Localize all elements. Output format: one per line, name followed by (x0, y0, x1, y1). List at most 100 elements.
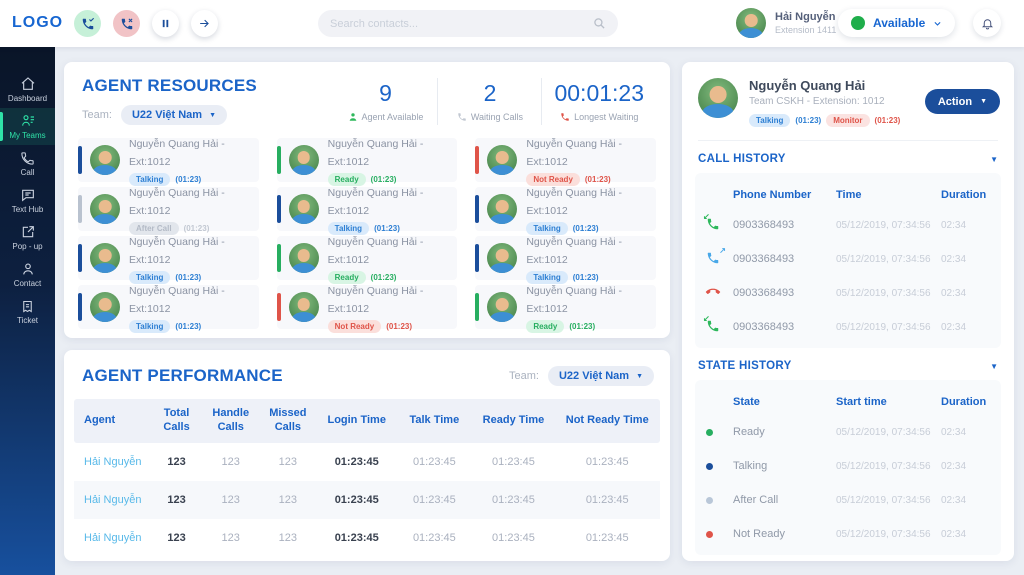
agent-card[interactable]: Nguyễn Quang Hải - Ext:1012 Ready (01:23… (276, 236, 458, 284)
agent-name: Nguyễn Quang Hải - Ext:1012 (327, 285, 424, 315)
collapse-state-history-icon[interactable]: ▼ (990, 362, 998, 371)
call-duration: 02:34 (941, 321, 967, 333)
performance-table-header: Agent Total Calls Handle Calls Missed Ca… (74, 399, 660, 443)
sidebar-item-contact[interactable]: Contact (0, 256, 55, 293)
state-duration: 02:34 (941, 494, 967, 506)
bell-icon (981, 17, 994, 30)
agent-card[interactable]: Nguyễn Quang Hải - Ext:1012 Talking (01:… (78, 138, 259, 186)
caret-down-icon: ▼ (636, 372, 643, 380)
notifications-button[interactable] (973, 9, 1001, 37)
state-name: Ready (733, 426, 765, 438)
call-type-icon: ↙ ↗ (706, 246, 726, 268)
call-history-row: ↙ ↗ 0903368493 05/12/2019, 07:34:56 02:3… (703, 310, 993, 344)
longest-waiting-icon (560, 112, 570, 122)
agent-card[interactable]: Nguyễn Quang Hải - Ext:1012 After Call (… (78, 187, 259, 235)
detail-agent-name: Nguyễn Quang Hải (749, 78, 866, 93)
sidebar-item-my-teams[interactable]: My Teams (0, 108, 55, 145)
agent-card[interactable]: Nguyễn Quang Hải - Ext:1012 Talking (01:… (78, 236, 259, 284)
call-history-table: Phone Number Time Duration ↙ ↗ (695, 173, 1001, 348)
call-history-header: Phone Number Time Duration (733, 188, 987, 201)
agent-name: Nguyễn Quang Hải - Ext:1012 (526, 138, 623, 168)
state-start-time: 05/12/2019, 07:34:56 (836, 426, 931, 438)
avatar (487, 194, 518, 224)
table-row: Hải Nguyễn 123 123 123 01:23:45 01:23:45… (74, 481, 660, 519)
state-dot-icon (706, 462, 713, 470)
avatar (698, 78, 738, 118)
sidebar-item-popup[interactable]: Pop - up (0, 219, 55, 256)
user-name: Hải Nguyễn (775, 11, 836, 23)
agent-name: Nguyễn Quang Hải - Ext:1012 (129, 187, 225, 217)
state-start-time: 05/12/2019, 07:34:56 (836, 460, 931, 472)
avatar (90, 145, 120, 175)
decline-call-button[interactable] (113, 10, 140, 37)
state-history-rows: Ready 05/12/2019, 07:34:56 02:34 Talking… (703, 415, 993, 551)
phone-check-icon (81, 17, 95, 31)
avatar (487, 243, 518, 273)
caret-down-icon: ▼ (980, 98, 987, 105)
resource-stats: 9 Agent Available 2 Waiting Calls 00:01:… (333, 78, 656, 125)
call-time: 05/12/2019, 07:34:56 (836, 253, 931, 265)
sidebar-item-ticket[interactable]: Ticket (0, 293, 55, 330)
sidebar-item-text-hub[interactable]: Text Hub (0, 182, 55, 219)
state-dot-icon (706, 530, 713, 538)
sidebar-item-dashboard[interactable]: Dashboard (0, 71, 55, 108)
status-time: (01:23) (175, 322, 202, 331)
collapse-call-history-icon[interactable]: ▼ (990, 155, 998, 164)
status-label: Available (873, 16, 926, 30)
agent-card[interactable]: Nguyễn Quang Hải - Ext:1012 Ready (01:23… (276, 138, 458, 186)
status-dropdown[interactable]: Available (838, 9, 956, 37)
state-duration: 02:34 (941, 460, 967, 472)
agent-card[interactable]: Nguyễn Quang Hải - Ext:1012 Not Ready (0… (475, 138, 656, 186)
agent-detail-panel: Nguyễn Quang Hải Team CSKH - Extension: … (682, 62, 1014, 561)
agent-card[interactable]: Nguyễn Quang Hải - Ext:1012 Talking (01:… (78, 285, 259, 333)
search-input[interactable] (330, 17, 593, 30)
answer-call-button[interactable] (74, 10, 101, 37)
search-bar (318, 10, 618, 37)
agent-name: Nguyễn Quang Hải - Ext:1012 (327, 236, 424, 266)
team-select[interactable]: U22 Việt Nam ▼ (547, 366, 654, 386)
performance-table: Agent Total Calls Handle Calls Missed Ca… (74, 399, 660, 557)
state-history-title: STATE HISTORY (698, 360, 792, 372)
agent-card[interactable]: Nguyễn Quang Hải - Ext:1012 Talking (01:… (276, 187, 458, 235)
state-history-header: State Start time Duration (733, 395, 987, 408)
chevron-down-icon (933, 19, 942, 28)
table-row: Hải Nguyễn 123 123 123 01:23:45 01:23:45… (74, 519, 660, 557)
agent-grid: Nguyễn Quang Hải - Ext:1012 Talking (01:… (64, 125, 670, 333)
agent-link[interactable]: Hải Nguyễn (74, 532, 150, 544)
team-select[interactable]: U22 Việt Nam ▼ (120, 105, 228, 125)
sidebar-item-call[interactable]: Call (0, 145, 55, 182)
avatar (90, 194, 120, 224)
call-history-row: ↙ ↗ 0903368493 05/12/2019, 07:34:56 02:3… (703, 208, 993, 242)
agent-name: Nguyễn Quang Hải - Ext:1012 (526, 285, 623, 315)
phone-icon (20, 151, 35, 166)
table-row: Hải Nguyễn 123 123 123 01:23:45 01:23:45… (74, 443, 660, 481)
agent-name: Nguyễn Quang Hải - Ext:1012 (526, 187, 623, 217)
transfer-button[interactable] (191, 10, 218, 37)
pause-button[interactable] (152, 10, 179, 37)
call-type-icon: ↙ ↗ (703, 314, 723, 336)
agent-card[interactable]: Nguyễn Quang Hải - Ext:1012 Not Ready (0… (276, 285, 458, 333)
phone-number: 0903368493 (733, 321, 795, 333)
state-name: Not Ready (733, 528, 785, 540)
state-name: Talking (733, 460, 768, 472)
call-type-icon: ↙ ↗ (703, 212, 723, 234)
agent-card[interactable]: Nguyễn Quang Hải - Ext:1012 Ready (01:23… (475, 285, 656, 333)
action-dropdown-button[interactable]: Action ▼ (924, 89, 1000, 114)
state-name: After Call (733, 494, 779, 506)
avatar (90, 292, 120, 322)
state-dot-icon (706, 428, 713, 436)
user-profile[interactable]: Hải Nguyễn Extension 1411 (736, 8, 836, 38)
phone-number: 0903368493 (733, 253, 795, 265)
stat-longest-waiting: 00:01:23 Longest Waiting (541, 78, 656, 125)
call-history-row: ↙ ↗ 0903368493 05/12/2019, 07:34:56 02:3… (703, 242, 993, 276)
status-dot (851, 16, 865, 30)
agent-name: Nguyễn Quang Hải - Ext:1012 (129, 236, 225, 266)
agent-name: Nguyễn Quang Hải - Ext:1012 (327, 187, 424, 217)
agent-card[interactable]: Nguyễn Quang Hải - Ext:1012 Talking (01:… (475, 236, 656, 284)
call-duration: 02:34 (941, 219, 967, 231)
agent-link[interactable]: Hải Nguyễn (74, 456, 150, 468)
teams-icon (20, 113, 36, 129)
agent-link[interactable]: Hải Nguyễn (74, 494, 150, 506)
avatar (487, 292, 518, 322)
agent-card[interactable]: Nguyễn Quang Hải - Ext:1012 Talking (01:… (475, 187, 656, 235)
